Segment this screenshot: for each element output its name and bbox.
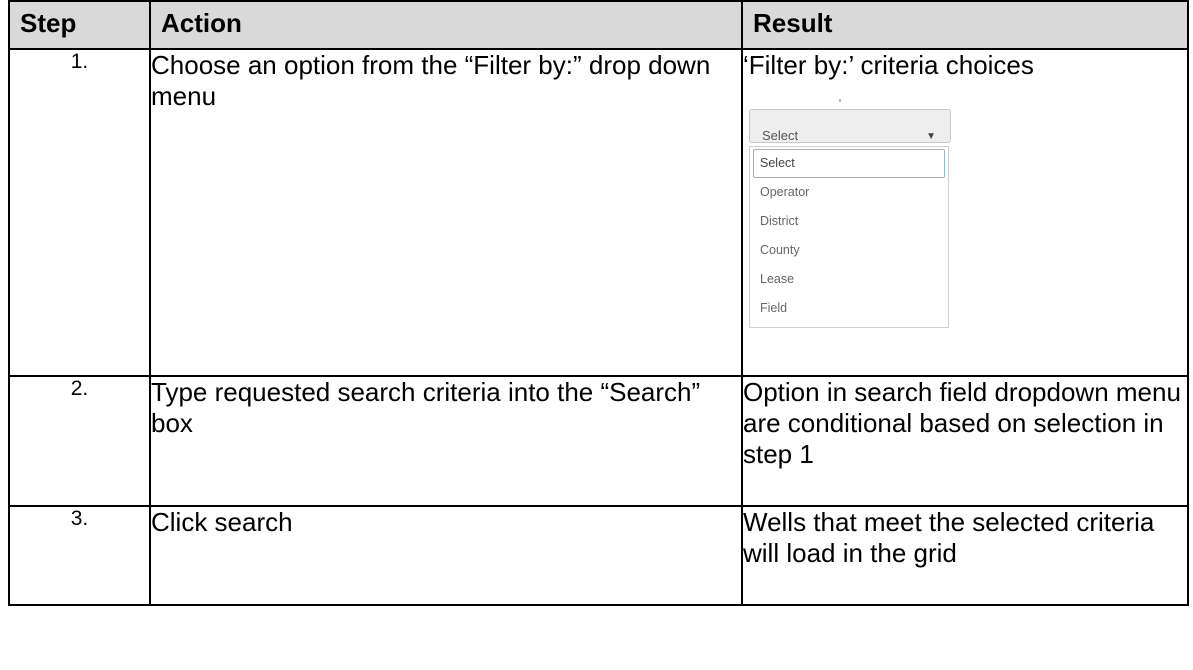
- result-text: Wells that meet the selected criteria wi…: [741, 505, 1189, 606]
- option-field[interactable]: Field: [750, 294, 948, 323]
- decorative-mark: [839, 99, 841, 102]
- filter-select[interactable]: Select ▼: [749, 109, 951, 143]
- result-text: ‘Filter by:’ criteria choices: [743, 50, 1034, 80]
- step-number: 2.: [8, 375, 151, 507]
- option-select[interactable]: Select: [753, 149, 945, 178]
- action-text: Click search: [149, 505, 743, 606]
- table-row: 2. Type requested search criteria into t…: [8, 375, 1189, 507]
- option-county[interactable]: County: [750, 236, 948, 265]
- step-number: 3.: [8, 505, 151, 606]
- filter-dropdown-screenshot: Select ▼ Select Operator District County…: [749, 99, 951, 328]
- header-action: Action: [149, 0, 743, 50]
- table-row: 3. Click search Wells that meet the sele…: [8, 505, 1189, 606]
- filter-options-list: Select Operator District County Lease Fi…: [749, 146, 949, 328]
- action-text: Choose an option from the “Filter by:” d…: [149, 48, 743, 377]
- option-district[interactable]: District: [750, 207, 948, 236]
- header-step: Step: [8, 0, 151, 50]
- step-number: 1.: [8, 48, 151, 377]
- caret-down-icon: ▼: [926, 131, 936, 142]
- action-text: Type requested search criteria into the …: [149, 375, 743, 507]
- header-row: Step Action Result: [8, 0, 1189, 50]
- steps-table: Step Action Result 1. Choose an option f…: [8, 0, 1189, 606]
- filter-select-value: Select: [762, 128, 799, 143]
- table-row: 1. Choose an option from the “Filter by:…: [8, 48, 1189, 377]
- result-text: Option in search field dropdown menu are…: [741, 375, 1189, 507]
- header-result: Result: [741, 0, 1189, 50]
- result-cell: ‘Filter by:’ criteria choices Select ▼ S…: [741, 48, 1189, 377]
- option-operator[interactable]: Operator: [750, 178, 948, 207]
- option-lease[interactable]: Lease: [750, 265, 948, 294]
